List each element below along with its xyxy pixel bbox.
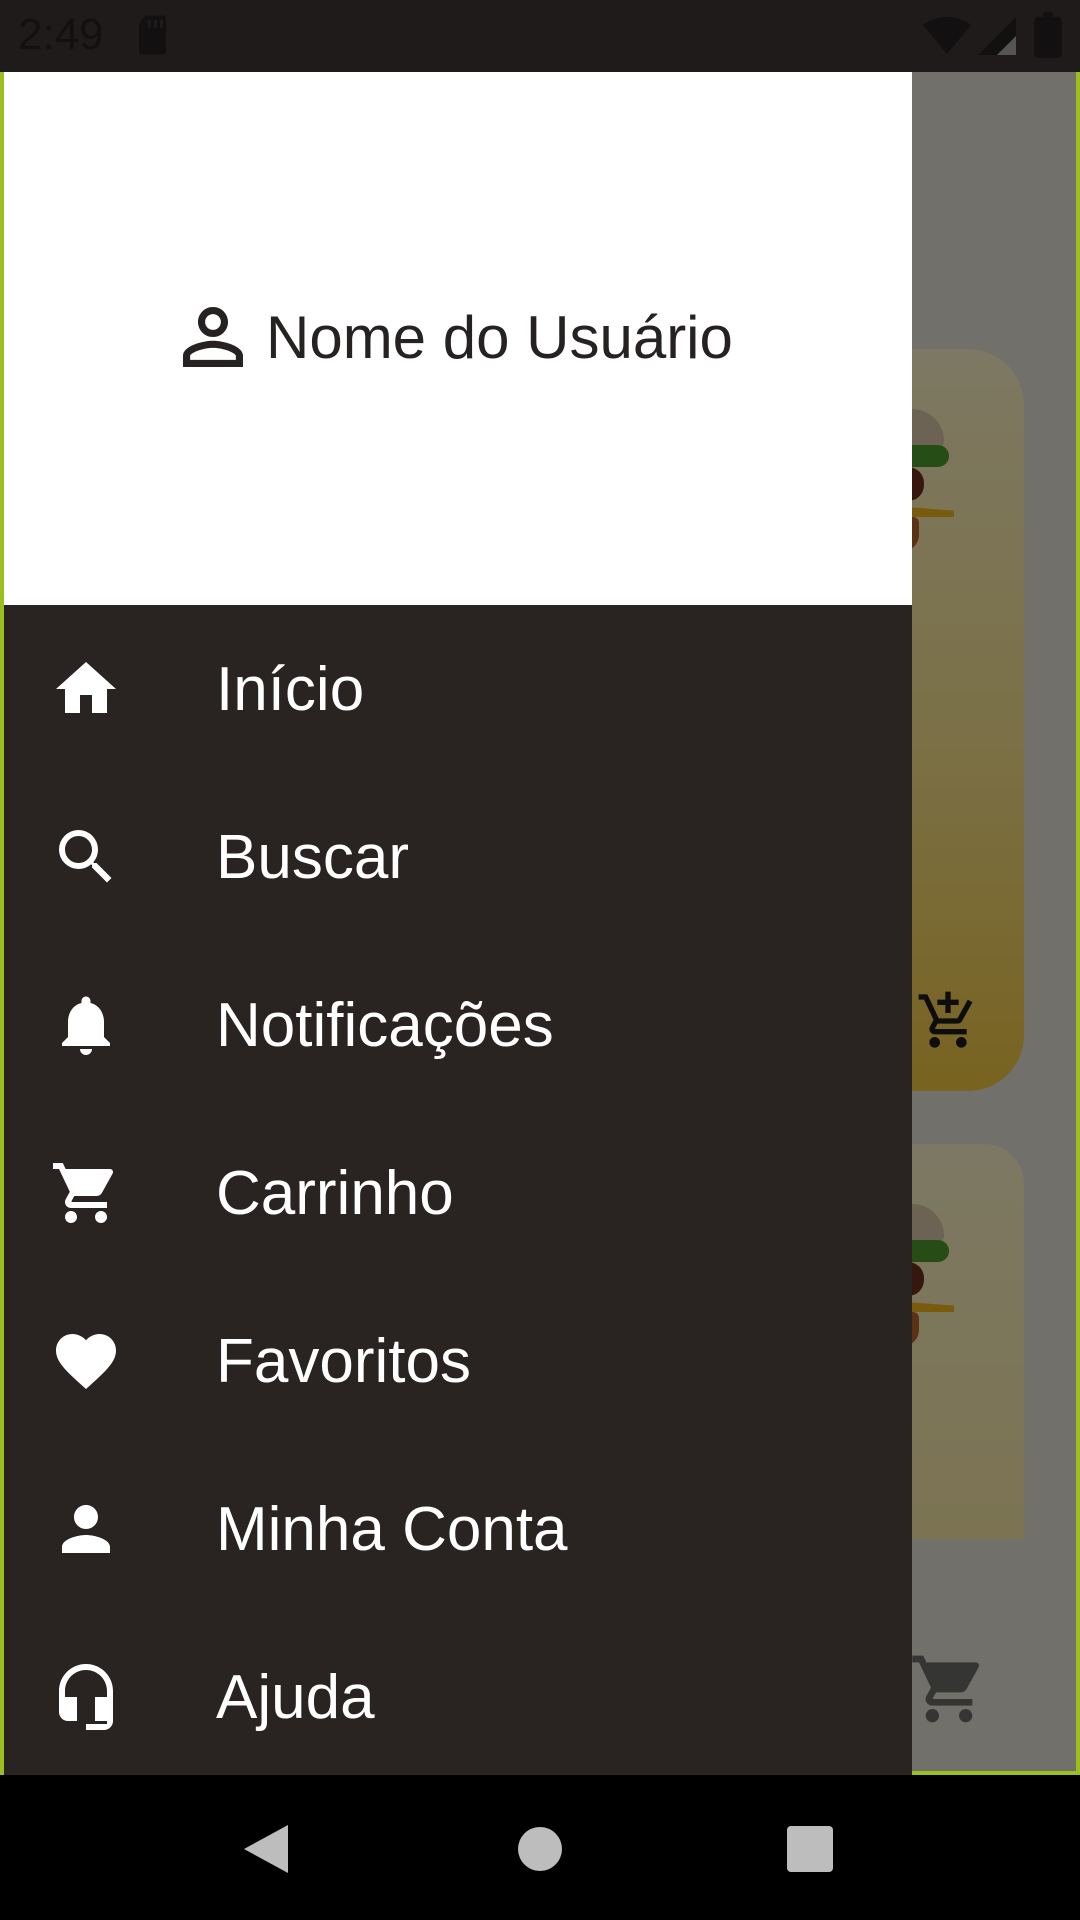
menu-item-label: Buscar (216, 822, 409, 892)
battery-icon (1034, 12, 1062, 58)
system-nav-bar (0, 1775, 1080, 1920)
menu-item-minha-conta[interactable]: Minha Conta (4, 1445, 912, 1613)
status-bar: 2:49 (0, 0, 1080, 72)
menu-item-notificacoes[interactable]: Notificações (4, 941, 912, 1109)
menu-item-label: Notificações (216, 990, 554, 1060)
user-profile[interactable]: Nome do Usuário (168, 292, 733, 382)
menu-item-inicio[interactable]: Início (4, 605, 912, 773)
headset-icon (50, 1661, 122, 1733)
menu-item-ajuda[interactable]: Ajuda (4, 1613, 912, 1775)
menu-item-favoritos[interactable]: Favoritos (4, 1277, 912, 1445)
menu-item-label: Favoritos (216, 1326, 471, 1396)
user-name: Nome do Usuário (266, 303, 733, 371)
cart-icon (50, 1157, 122, 1229)
heart-icon (50, 1325, 122, 1397)
recents-square-icon[interactable] (782, 1821, 838, 1877)
status-time: 2:49 (18, 10, 104, 59)
screen: Nome do Usuário Início Buscar Notificaçõ… (0, 0, 1080, 1920)
navigation-drawer: Nome do Usuário Início Buscar Notificaçõ… (0, 0, 912, 1775)
bell-icon (50, 989, 122, 1061)
person-outline-icon (168, 292, 258, 382)
home-icon (50, 653, 122, 725)
home-circle-icon[interactable] (512, 1821, 568, 1877)
menu-item-label: Ajuda (216, 1662, 375, 1732)
menu-item-label: Carrinho (216, 1158, 454, 1228)
person-icon (50, 1493, 122, 1565)
menu-item-buscar[interactable]: Buscar (4, 773, 912, 941)
wifi-icon (922, 16, 972, 56)
drawer-header: Nome do Usuário (4, 72, 912, 605)
sd-card-icon (136, 14, 172, 56)
menu-item-label: Início (216, 654, 365, 724)
signal-icon (978, 16, 1016, 56)
drawer-menu: Início Buscar Notificações Carrinho Favo… (4, 605, 912, 1775)
search-icon (50, 821, 122, 893)
back-icon[interactable] (240, 1821, 296, 1877)
menu-item-carrinho[interactable]: Carrinho (4, 1109, 912, 1277)
menu-item-label: Minha Conta (216, 1494, 568, 1564)
